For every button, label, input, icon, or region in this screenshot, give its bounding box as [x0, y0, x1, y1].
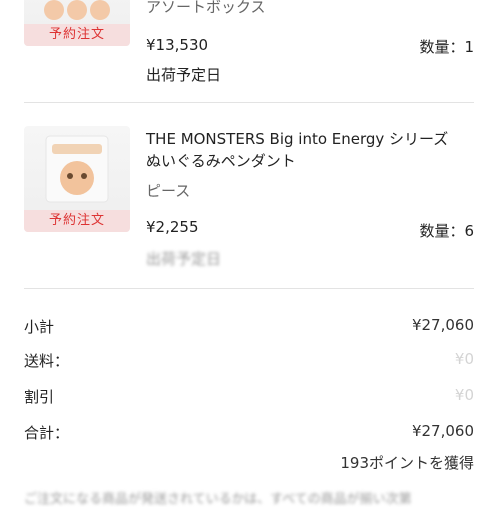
item1-shipping: 出荷予定日 [146, 66, 222, 84]
preorder-badge: 予約注文 [24, 24, 130, 46]
product-image [44, 0, 110, 20]
item1-thumbnail[interactable]: 予約注文 [24, 0, 130, 46]
preorder-badge: 予約注文 [24, 210, 130, 232]
product-image [45, 135, 109, 203]
item1-quantity: 数量：1 [419, 38, 474, 56]
item2-price: ¥2,255 [146, 218, 199, 236]
item2-title-line1[interactable]: THE MONSTERS Big into Energy シリーズ [146, 128, 448, 149]
shipping-fee-value: ¥0 [454, 350, 474, 368]
item2-variant: ピース [146, 182, 191, 200]
item1-price: ¥13,530 [146, 36, 209, 54]
item2-quantity: 数量：6 [419, 222, 474, 240]
subtotal-value: ¥27,060 [411, 316, 474, 334]
shipping-fee-label: 送料： [24, 352, 70, 370]
total-value: ¥27,060 [411, 422, 474, 440]
discount-value: ¥0 [454, 386, 474, 404]
subtotal-label: 小計 [24, 318, 55, 336]
points-earned: 193ポイントを獲得 [340, 454, 474, 472]
discount-label: 割引 [24, 388, 55, 406]
item1-subtitle: アソートボックス [146, 0, 266, 16]
item2-thumbnail[interactable]: 予約注文 [24, 126, 130, 232]
divider [24, 288, 474, 289]
divider [24, 102, 474, 103]
item2-title-line2[interactable]: ぬいぐるみペンダント [146, 150, 296, 171]
item2-shipping: 出荷予定日 [146, 250, 222, 268]
total-label: 合計： [24, 424, 70, 442]
